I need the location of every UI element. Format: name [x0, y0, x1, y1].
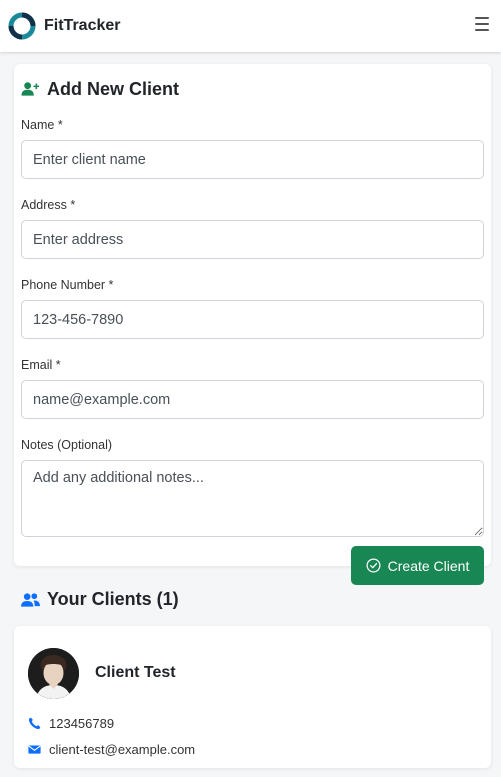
client-header: Client Test: [28, 626, 477, 706]
client-email: client-test@example.com: [49, 741, 196, 757]
notes-label: Notes (Optional): [21, 438, 113, 452]
client-phone: 123456789: [49, 715, 115, 731]
clients-heading: Your Clients (1): [21, 589, 179, 610]
client-card[interactable]: Client Test 123456789 client-test@exampl…: [14, 626, 491, 768]
users-icon: [21, 592, 40, 607]
hamburger-icon[interactable]: [475, 17, 489, 31]
add-client-card: Add New Client Name * Address * Phone Nu…: [14, 64, 491, 585]
address-input[interactable]: [21, 220, 484, 259]
email-group: Email *: [21, 358, 484, 419]
form-actions: Create Client: [21, 546, 484, 585]
brand-name[interactable]: FitTracker: [44, 17, 120, 35]
client-phone-row: 123456789: [28, 710, 477, 736]
address-group: Address *: [21, 198, 484, 259]
navbar: FitTracker: [0, 0, 501, 52]
address-label: Address *: [21, 198, 76, 212]
notes-group: Notes (Optional): [21, 438, 484, 542]
check-circle-icon: [366, 558, 381, 573]
name-input[interactable]: [21, 140, 484, 179]
name-group: Name *: [21, 118, 484, 179]
add-client-title: Add New Client: [47, 78, 180, 99]
add-client-heading: Add New Client: [21, 64, 484, 112]
client-name: Client Test: [95, 664, 176, 681]
email-input[interactable]: [21, 380, 484, 419]
notes-textarea[interactable]: [21, 460, 484, 537]
phone-group: Phone Number *: [21, 278, 484, 339]
avatar: [28, 647, 79, 699]
create-client-button[interactable]: Create Client: [351, 546, 484, 585]
user-plus-icon: [21, 82, 40, 96]
create-client-label: Create Client: [387, 557, 470, 574]
name-label: Name *: [21, 118, 63, 132]
logo-icon[interactable]: [8, 12, 36, 40]
clients-title: Your Clients (1): [47, 589, 179, 609]
email-label: Email *: [21, 358, 61, 372]
envelope-icon: [28, 744, 41, 754]
phone-icon: [28, 717, 41, 729]
phone-input[interactable]: [21, 300, 484, 339]
client-email-row: client-test@example.com: [28, 736, 477, 762]
phone-label: Phone Number *: [21, 278, 114, 292]
